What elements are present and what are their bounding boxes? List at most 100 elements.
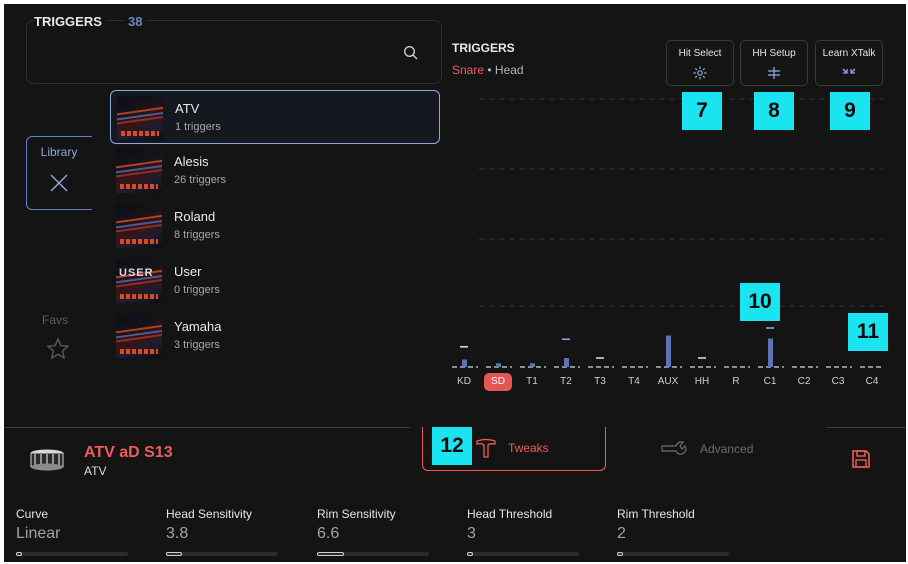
tab-library-label: Library xyxy=(40,145,78,159)
selected-zone: Head xyxy=(494,63,524,77)
level-bar-sd xyxy=(496,363,501,367)
collapse-arrows-icon xyxy=(842,68,856,74)
kit-item-yamaha[interactable]: Yamaha 3 triggers xyxy=(110,309,440,364)
channel-aux[interactable]: AUX xyxy=(651,373,685,391)
level-bar-t2 xyxy=(564,358,569,367)
current-instrument-name: ATV aD S13 xyxy=(84,444,173,461)
channel-t3[interactable]: T3 xyxy=(583,373,617,391)
param-slider[interactable] xyxy=(467,552,579,556)
param-value[interactable]: 2 xyxy=(617,525,732,543)
channel-r[interactable]: R xyxy=(719,373,753,391)
triggers-panel-title: TRIGGERS xyxy=(452,41,515,55)
tab-advanced-label: Advanced xyxy=(700,442,754,456)
param-slider[interactable] xyxy=(166,552,278,556)
kit-name: Alesis xyxy=(174,154,209,169)
trigger-count: 38 xyxy=(124,14,147,29)
param-value[interactable]: 3.8 xyxy=(166,525,281,543)
param-slider[interactable] xyxy=(617,552,729,556)
divider xyxy=(4,427,410,428)
kit-item-user[interactable]: USER User 0 triggers xyxy=(110,254,440,309)
param-curve[interactable]: Curve Linear xyxy=(16,507,131,556)
kit-thumbnail xyxy=(117,96,163,140)
hit-target-icon xyxy=(693,66,707,80)
badge-7: 7 xyxy=(682,92,722,130)
param-value[interactable]: 6.6 xyxy=(317,525,432,543)
level-bar-c1 xyxy=(768,338,773,367)
trigger-app: TRIGGERS 38 Library Favs ATV 1 triggers … xyxy=(4,4,906,562)
tab-advanced[interactable]: Advanced xyxy=(660,437,770,463)
hh-setup-label: HH Setup xyxy=(752,48,796,59)
selected-pad: Snare xyxy=(452,63,485,77)
param-slider[interactable] xyxy=(16,552,128,556)
kit-name: Roland xyxy=(174,209,216,224)
param-slider-fill xyxy=(467,552,473,556)
param-slider-fill xyxy=(166,552,182,556)
badge-9: 9 xyxy=(830,92,870,130)
learn-xtalk-label: Learn XTalk xyxy=(822,48,876,59)
current-instrument-brand: ATV xyxy=(84,464,107,478)
hit-select-button[interactable]: Hit Select xyxy=(666,40,734,86)
hit-select-label: Hit Select xyxy=(678,48,722,59)
tab-library[interactable]: Library xyxy=(26,136,92,210)
kit-thumbnail: USER xyxy=(116,259,162,303)
level-bar-kd xyxy=(462,359,467,367)
badge-11: 11 xyxy=(848,313,888,351)
separator-dot: • xyxy=(487,63,492,77)
param-slider-fill xyxy=(317,552,344,556)
channel-t2[interactable]: T2 xyxy=(549,373,583,391)
search-icon[interactable] xyxy=(403,45,419,61)
kit-name: ATV xyxy=(175,101,200,116)
kit-item-atv[interactable]: ATV 1 triggers xyxy=(110,90,440,144)
snare-drum-icon xyxy=(30,449,64,471)
param-value[interactable]: Linear xyxy=(16,525,131,543)
hh-setup-button[interactable]: HH Setup xyxy=(740,40,808,86)
wrench-icon xyxy=(661,441,687,455)
channel-t1[interactable]: T1 xyxy=(515,373,549,391)
kit-trigger-count: 0 triggers xyxy=(174,284,220,296)
badge-12: 12 xyxy=(432,427,472,465)
channel-row: KD SD T1 T2 T3 T4 AUX HH R C1 C2 C3 C4 xyxy=(449,373,884,393)
divider xyxy=(826,427,906,428)
selected-pad-zone: Snare • Head xyxy=(452,63,524,77)
param-rim-sensitivity[interactable]: Rim Sensitivity 6.6 xyxy=(317,507,432,556)
tab-favs-label[interactable]: Favs xyxy=(42,313,68,327)
param-value[interactable]: 3 xyxy=(467,525,582,543)
kit-item-alesis[interactable]: Alesis 26 triggers xyxy=(110,144,440,199)
save-icon[interactable] xyxy=(850,448,872,470)
channel-kd[interactable]: KD xyxy=(447,373,481,391)
level-bar-aux xyxy=(666,335,671,367)
param-label: Head Threshold xyxy=(467,507,553,521)
param-label: Curve xyxy=(16,507,49,521)
close-icon[interactable] xyxy=(49,173,69,193)
kit-item-roland[interactable]: Roland 8 triggers xyxy=(110,199,440,254)
channel-t4[interactable]: T4 xyxy=(617,373,651,391)
trigger-meter xyxy=(452,98,884,368)
search-box[interactable] xyxy=(26,20,442,84)
channel-c2[interactable]: C2 xyxy=(787,373,821,391)
channel-sd[interactable]: SD xyxy=(484,373,512,391)
kit-name: Yamaha xyxy=(174,319,222,334)
library-title: TRIGGERS xyxy=(34,14,106,29)
kit-trigger-count: 3 triggers xyxy=(174,339,220,351)
star-icon[interactable] xyxy=(46,337,70,361)
badge-10: 10 xyxy=(740,283,780,321)
param-head-sensitivity[interactable]: Head Sensitivity 3.8 xyxy=(166,507,281,556)
param-head-threshold[interactable]: Head Threshold 3 xyxy=(467,507,582,556)
kit-thumbnail xyxy=(116,314,162,358)
channel-c1[interactable]: C1 xyxy=(753,373,787,391)
level-bar-t1 xyxy=(530,363,535,367)
param-slider[interactable] xyxy=(317,552,429,556)
channel-hh[interactable]: HH xyxy=(685,373,719,391)
param-rim-threshold[interactable]: Rim Threshold 2 xyxy=(617,507,732,556)
kit-trigger-count: 1 triggers xyxy=(175,121,221,133)
kit-thumbnail xyxy=(116,149,162,193)
kit-name: User xyxy=(174,264,202,279)
channel-c4[interactable]: C4 xyxy=(855,373,889,391)
learn-xtalk-button[interactable]: Learn XTalk xyxy=(815,40,883,86)
channel-c3[interactable]: C3 xyxy=(821,373,855,391)
kit-thumbnail xyxy=(116,204,162,248)
kit-trigger-count: 26 triggers xyxy=(174,174,226,186)
hihat-icon xyxy=(768,67,780,79)
kit-list: ATV 1 triggers Alesis 26 triggers Roland… xyxy=(110,90,440,364)
kit-trigger-count: 8 triggers xyxy=(174,229,220,241)
